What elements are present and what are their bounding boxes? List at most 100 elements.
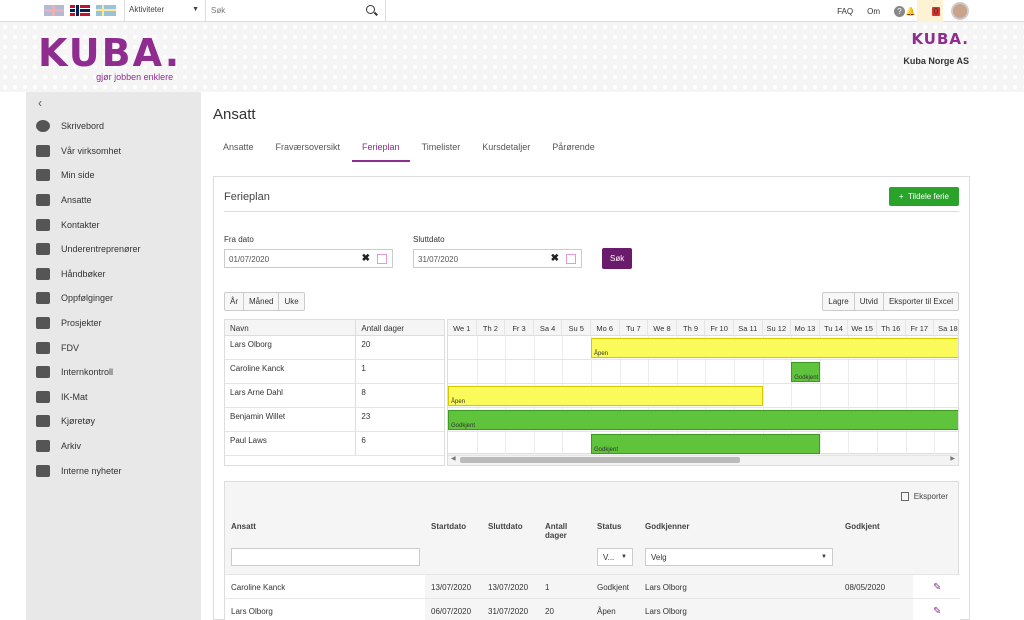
gantt-row[interactable]: Lars Olborg 20 bbox=[225, 336, 444, 360]
gantt-row[interactable]: Lars Arne Dahl 8 bbox=[225, 384, 444, 408]
gantt-header: Navn Antall dager bbox=[225, 320, 444, 336]
gantt-action-button-1[interactable]: Utvid bbox=[855, 293, 884, 310]
avatar[interactable] bbox=[951, 2, 969, 20]
help-icon[interactable]: ? bbox=[894, 5, 905, 17]
cell-status: Åpen bbox=[597, 607, 616, 616]
export-button[interactable]: Eksporter bbox=[900, 492, 948, 502]
about-link[interactable]: Om bbox=[867, 7, 880, 16]
search-input[interactable] bbox=[206, 0, 356, 20]
sidebar-item-label: Prosjekter bbox=[61, 318, 102, 329]
faq-link[interactable]: FAQ bbox=[837, 7, 853, 16]
sidebar-item-label: FDV bbox=[61, 342, 79, 353]
kuba-logo[interactable]: KUBA. gjør jobben enklere bbox=[38, 34, 181, 82]
vacation-bar[interactable]: Godkjent bbox=[591, 434, 820, 454]
notifications-button[interactable]: 🔔 0 bbox=[906, 0, 943, 22]
edit-icon[interactable]: ✎ bbox=[933, 607, 943, 617]
view-button-2[interactable]: Uke bbox=[279, 293, 303, 310]
sidebar-item-6[interactable]: Håndbøker bbox=[26, 262, 201, 287]
assign-vacation-label: Tildele ferie bbox=[907, 192, 949, 201]
sidebar-item-12[interactable]: Kjøretøy bbox=[26, 409, 201, 434]
scroll-left-icon[interactable]: ◀ bbox=[451, 455, 456, 462]
norway-flag-icon[interactable] bbox=[70, 5, 90, 16]
days-count: 6 bbox=[361, 436, 366, 445]
edit-icon[interactable]: ✎ bbox=[933, 583, 943, 593]
sidebar-item-1[interactable]: Vår virksomhet bbox=[26, 139, 201, 164]
tab-2[interactable]: Ferieplan bbox=[352, 142, 410, 162]
view-button-1[interactable]: Måned bbox=[244, 293, 280, 310]
from-date-value: 01/07/2020 bbox=[229, 255, 270, 264]
activity-select-label: Aktiviteter bbox=[129, 5, 165, 14]
day-header: Tu 7 bbox=[620, 320, 649, 335]
vacation-bar[interactable]: Åpen bbox=[448, 386, 763, 406]
assign-vacation-button[interactable]: + Tildele ferie bbox=[888, 187, 959, 206]
gantt-row[interactable]: Caroline Kanck 1 bbox=[225, 360, 444, 384]
sidebar-item-10[interactable]: Internkontroll bbox=[26, 360, 201, 385]
tab-0[interactable]: Ansatte bbox=[213, 142, 264, 162]
sidebar-item-7[interactable]: Oppfølginger bbox=[26, 286, 201, 311]
calendar-icon[interactable] bbox=[377, 254, 387, 264]
col-name: Navn bbox=[225, 320, 357, 335]
tab-bar: Ansatte Fraværsoversikt Ferieplan Timeliste… bbox=[213, 142, 607, 162]
sidebar-item-label: Min side bbox=[61, 170, 95, 181]
notification-badge: 0 bbox=[931, 6, 941, 16]
sidebar-item-3[interactable]: Ansatte bbox=[26, 188, 201, 213]
sidebar-item-13[interactable]: Arkiv bbox=[26, 434, 201, 459]
search-icon[interactable] bbox=[366, 5, 375, 14]
clear-icon[interactable]: ✖ bbox=[362, 253, 370, 264]
cell-godkjenner: Lars Olborg bbox=[645, 607, 687, 616]
gantt-row[interactable]: Paul Laws 6 bbox=[225, 432, 444, 456]
chevron-down-icon: ▼ bbox=[621, 554, 627, 560]
scroll-right-icon[interactable]: ▶ bbox=[950, 455, 955, 462]
tab-5[interactable]: Pårørende bbox=[542, 142, 605, 162]
column-header[interactable]: Status bbox=[597, 522, 621, 531]
activity-select[interactable]: Aktiviteter ▼ bbox=[124, 0, 206, 22]
sidebar-item-14[interactable]: Interne nyheter bbox=[26, 458, 201, 483]
clear-icon[interactable]: ✖ bbox=[551, 253, 559, 264]
sidebar-item-11[interactable]: IK-Mat bbox=[26, 385, 201, 410]
approver-filter-select[interactable]: Velg ▼ bbox=[645, 548, 833, 566]
cell-ansatt: Caroline Kanck bbox=[231, 583, 286, 592]
day-header: Su 12 bbox=[763, 320, 792, 335]
sidebar-item-2[interactable]: Min side bbox=[26, 163, 201, 188]
tab-4[interactable]: Kursdetaljer bbox=[472, 142, 540, 162]
sidebar-item-8[interactable]: Prosjekter bbox=[26, 311, 201, 336]
vacation-table: Eksporter Ansatt Startdato Sluttdato Antall… bbox=[224, 481, 960, 620]
search-button[interactable]: Søk bbox=[602, 248, 633, 269]
column-header[interactable]: Godkjent bbox=[845, 522, 880, 531]
tab-1[interactable]: Fraværsoversikt bbox=[266, 142, 351, 162]
status-filter-select[interactable]: V... ▼ bbox=[597, 548, 633, 566]
gantt-action-button-2[interactable]: Eksporter til Excel bbox=[884, 293, 958, 310]
column-header[interactable]: Startdato bbox=[431, 522, 466, 531]
from-date-input[interactable]: 01/07/2020 ✖ bbox=[224, 249, 393, 268]
view-button-0[interactable]: År bbox=[225, 293, 244, 310]
gantt-row[interactable]: Benjamin Willet 23 bbox=[225, 408, 444, 432]
column-header[interactable]: Godkjenner bbox=[645, 522, 689, 531]
calendar-icon[interactable] bbox=[566, 254, 576, 264]
scrollbar-thumb[interactable] bbox=[460, 457, 740, 463]
vacation-bar[interactable]: Åpen bbox=[591, 338, 958, 358]
days-count: 23 bbox=[361, 412, 371, 421]
sidebar-item-5[interactable]: Underentreprenører bbox=[26, 237, 201, 262]
vacation-bar[interactable]: Godkjent bbox=[448, 410, 958, 430]
vacation-bar[interactable]: Godkjent bbox=[791, 362, 820, 382]
days-count: 20 bbox=[361, 340, 371, 349]
column-header[interactable]: Antall dager bbox=[545, 522, 581, 540]
employee-filter-input[interactable] bbox=[231, 548, 420, 566]
table-row[interactable]: Caroline Kanck 13/07/2020 13/07/2020 1 Godkj… bbox=[225, 574, 960, 599]
sweden-flag-icon[interactable] bbox=[96, 5, 116, 16]
sidebar: ‹ Skrivebord Vår virksomhet Min side Ansatt… bbox=[26, 92, 201, 620]
gantt-action-button-0[interactable]: Lagre bbox=[823, 293, 855, 310]
column-header[interactable]: Sluttdato bbox=[488, 522, 523, 531]
column-header[interactable]: Ansatt bbox=[231, 522, 256, 531]
tab-3[interactable]: Timelister bbox=[412, 142, 471, 162]
to-date-input[interactable]: 31/07/2020 ✖ bbox=[413, 249, 582, 268]
day-header: Sa 11 bbox=[734, 320, 763, 335]
collapse-sidebar-button[interactable]: ‹ bbox=[26, 92, 201, 114]
uk-flag-icon[interactable] bbox=[44, 5, 64, 16]
sidebar-item-9[interactable]: FDV bbox=[26, 335, 201, 360]
sidebar-item-4[interactable]: Kontakter bbox=[26, 212, 201, 237]
table-row[interactable]: Lars Olborg 06/07/2020 31/07/2020 20 Åpen Lar… bbox=[225, 598, 960, 620]
col-days: Antall dager bbox=[361, 324, 405, 333]
export-label: Eksporter bbox=[913, 492, 948, 501]
sidebar-item-0[interactable]: Skrivebord bbox=[26, 114, 201, 139]
